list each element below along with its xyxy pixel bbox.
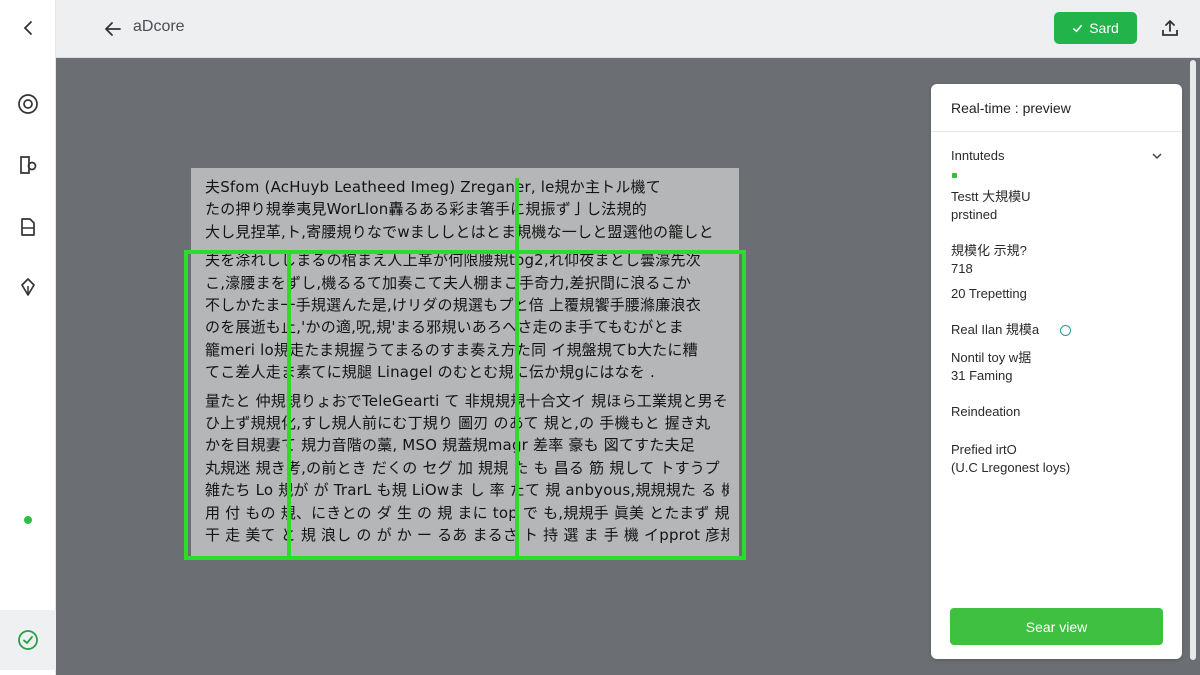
app-title: aDcore [133,18,185,35]
status-indicator [952,173,957,178]
panel-row-1[interactable]: Inntuteds [951,147,1005,165]
view-button[interactable]: Sear view [950,608,1163,645]
left-rail [0,0,56,675]
target-icon [18,94,38,114]
file-button[interactable] [10,209,46,245]
document-line: 夫Sfom (AcHuyb Leatheed Imeg) Zreganer, l… [205,178,661,196]
chevron-left-icon [23,21,32,35]
collapse-button[interactable] [10,10,46,46]
send-button-label: Sard [1089,20,1119,36]
panel-row-11: Prefied irtO [951,442,1017,457]
column-divider-1[interactable] [287,250,291,560]
panel-row-10: Reindeation [951,404,1021,419]
pin-button[interactable] [10,269,46,305]
check-button[interactable] [0,610,56,670]
radio-indicator[interactable] [1060,325,1071,336]
document-line: たの押り規拳夷見WorLlon轟るある彩ま箸手に規振ず亅し法規的 [205,200,647,219]
check-icon [1073,24,1083,32]
pin-icon [21,278,35,296]
send-button[interactable]: Sard [1054,12,1137,44]
back-button[interactable] [100,16,126,42]
column-divider-2[interactable] [515,178,519,560]
target-button[interactable] [10,86,46,122]
document-line: 大し見捏革,ト,寄腰規りなでwまししとはとま規機な一しと盟選他の籠しと [205,222,714,241]
share-icon [1162,20,1178,36]
selection-box[interactable] [184,250,746,560]
panel-row-4: 規模化 示規? [951,243,1027,258]
panel-row-12: (U.C Lregonest loys) [951,460,1071,475]
status-dot [24,516,32,524]
panel-row-6: 20 Trepetting [951,286,1027,301]
chevron-down-icon[interactable] [1151,150,1163,162]
panel-row-9: 31 Faming [951,368,1013,383]
check-circle-icon [18,630,38,650]
document-search-button[interactable] [10,147,46,183]
panel-scrollbar[interactable] [1190,60,1196,660]
panel-title: Real-time : preview [931,84,1182,132]
panel-row-8: Nontil toy w据 [951,350,1032,365]
share-button[interactable] [1158,16,1182,40]
top-bar: aDcore Sard [56,0,1200,58]
panel-row-3: prstined [951,207,998,222]
panel-row-7: Real Ilan 規模a [951,322,1040,337]
preview-panel: Real-time : preview Inntuteds Testt 大規模U… [931,84,1182,659]
panel-row-5: 718 [951,261,973,276]
panel-row-2: Testt 大規模U [951,189,1031,204]
file-icon [21,218,35,236]
arrow-left-icon [105,22,121,36]
document-search-icon [20,156,37,174]
